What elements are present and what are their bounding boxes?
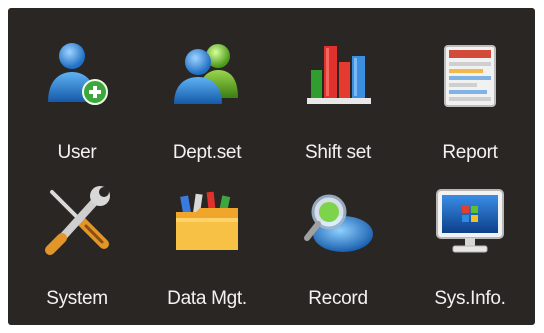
wrench-screwdriver-icon — [38, 182, 116, 260]
folder-tools-icon — [168, 182, 246, 260]
menu-item-label: Record — [308, 288, 368, 309]
menu-item-label: System — [46, 288, 108, 309]
menu-item-label: Report — [442, 142, 498, 163]
menu-item-dept-set[interactable]: Dept.set — [142, 22, 272, 172]
menu-item-label: Dept.set — [172, 142, 242, 163]
menu-item-data-mgt[interactable]: Data Mgt. — [142, 168, 272, 318]
menu-item-label: Data Mgt. — [167, 288, 247, 309]
main-menu-screen: User Dept.set Shift set Report System Da… — [8, 8, 535, 325]
magnifier-record-icon — [299, 182, 377, 260]
menu-item-record[interactable]: Record — [273, 168, 403, 318]
report-icon — [431, 36, 509, 114]
user-add-icon — [38, 36, 116, 114]
monitor-icon — [431, 182, 509, 260]
menu-item-label: Shift set — [305, 142, 371, 163]
menu-item-report[interactable]: Report — [405, 22, 535, 172]
menu-item-user[interactable]: User — [12, 22, 142, 172]
menu-item-label: Sys.Info. — [434, 288, 506, 309]
users-group-icon — [168, 36, 246, 114]
bar-chart-icon — [299, 36, 377, 114]
menu-item-label: User — [57, 142, 97, 163]
menu-item-system[interactable]: System — [12, 168, 142, 318]
menu-item-sys-info[interactable]: Sys.Info. — [405, 168, 535, 318]
menu-grid: User Dept.set Shift set Report System Da… — [8, 8, 535, 325]
menu-item-shift-set[interactable]: Shift set — [273, 22, 403, 172]
